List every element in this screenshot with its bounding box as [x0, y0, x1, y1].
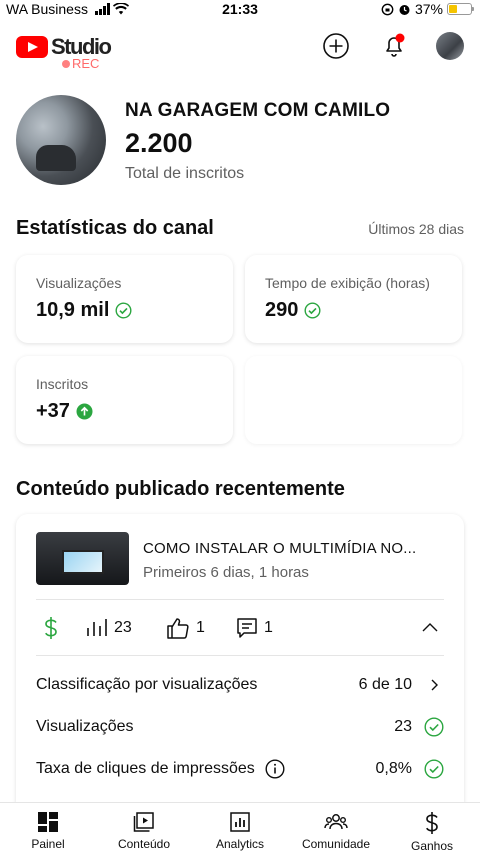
- nav-community[interactable]: Comunidade: [288, 803, 384, 854]
- rotation-lock-icon: [381, 3, 394, 15]
- divider: [36, 655, 444, 656]
- stats-period: Últimos 28 dias: [368, 221, 464, 237]
- earnings-icon: [426, 812, 438, 834]
- stat-card-empty: [245, 356, 462, 444]
- dollar-icon: [45, 617, 57, 639]
- row-value-wrap: 23: [394, 717, 444, 737]
- row-label: Visualizações: [36, 718, 134, 735]
- video-subtitle: Primeiros 6 dias, 1 horas: [143, 564, 309, 581]
- row-value-wrap: 6 de 10: [359, 675, 444, 695]
- nav-content[interactable]: Conteúdo: [96, 803, 192, 854]
- like-icon: [167, 618, 189, 639]
- status-right: 37%: [381, 1, 474, 17]
- stat-value-row: +37: [36, 400, 93, 423]
- create-button[interactable]: [322, 32, 350, 60]
- nav-label: Conteúdo: [117, 837, 171, 851]
- row-value-wrap: 0,8%: [376, 759, 444, 779]
- battery-icon: [447, 3, 474, 15]
- check-circle-icon: [424, 759, 444, 779]
- check-circle-icon: [304, 302, 321, 319]
- stat-label: Inscritos: [36, 376, 89, 392]
- notifications-button[interactable]: [380, 32, 408, 60]
- stat-label: Tempo de exibição (horas): [265, 275, 430, 291]
- views-metric: 23: [86, 614, 132, 642]
- row-value: 23: [394, 718, 412, 735]
- stat-card-views[interactable]: Visualizações 10,9 mil: [16, 255, 233, 343]
- stat-value: 10,9 mil: [36, 299, 110, 321]
- row-value: 0,8%: [375, 760, 412, 777]
- stat-value: 290: [265, 299, 299, 321]
- nav-earnings[interactable]: Ganhos: [384, 803, 480, 854]
- bar-chart-icon: [87, 619, 107, 636]
- views-count: 23: [114, 619, 132, 636]
- community-icon: [324, 814, 348, 830]
- views-row: Visualizações 23: [36, 712, 444, 742]
- recent-title: Conteúdo publicado recentemente: [16, 478, 345, 500]
- chevron-right-icon: [431, 679, 438, 691]
- analytics-icon: [230, 812, 250, 832]
- divider: [36, 599, 444, 600]
- rec-label: REC: [72, 56, 100, 71]
- stat-label: Visualizações: [36, 275, 122, 291]
- info-icon[interactable]: [265, 759, 285, 779]
- ranking-row[interactable]: Classificação por visualizações 6 de 10: [36, 670, 444, 700]
- stat-card-watch-time[interactable]: Tempo de exibição (horas) 290: [245, 255, 462, 343]
- ctr-row: Taxa de cliques de impressões 0,8%: [36, 754, 444, 784]
- arrow-up-circle-icon: [76, 403, 93, 420]
- row-label: Classificação por visualizações: [36, 676, 258, 693]
- recent-video-card: COMO INSTALAR O MULTIMÍDIA NO... Primeir…: [16, 514, 464, 814]
- row-label-wrap: Visualizações: [36, 718, 394, 736]
- account-avatar[interactable]: [436, 32, 464, 60]
- app-header: Studio REC: [0, 28, 480, 72]
- battery-percentage: 37%: [414, 1, 443, 17]
- check-circle-icon: [115, 302, 132, 319]
- stat-card-subscribers[interactable]: Inscritos +37: [16, 356, 233, 444]
- comment-icon: [237, 618, 257, 638]
- subscriber-label: Total de inscritos: [125, 165, 245, 182]
- row-label: Taxa de cliques de impressões: [36, 760, 255, 777]
- dashboard-icon: [38, 812, 58, 832]
- row-label-wrap: Classificação por visualizações: [36, 676, 359, 694]
- collapse-chevron-icon[interactable]: [422, 622, 438, 632]
- check-circle-icon: [424, 717, 444, 737]
- row-value: 6 de 10: [358, 676, 412, 693]
- likes-count: 1: [196, 619, 205, 636]
- row-label-wrap: Taxa de cliques de impressões: [36, 759, 376, 779]
- nav-label: Painel: [31, 837, 65, 851]
- subscriber-count: 2.200: [125, 128, 193, 158]
- bottom-navigation: Painel Conteúdo Analytics Comunidade Gan…: [0, 802, 480, 854]
- stat-value-row: 290: [265, 299, 321, 322]
- likes-metric: 1: [166, 614, 205, 642]
- nav-dashboard[interactable]: Painel: [0, 803, 96, 854]
- nav-analytics[interactable]: Analytics: [192, 803, 288, 854]
- nav-label: Comunidade: [301, 837, 371, 851]
- video-title[interactable]: COMO INSTALAR O MULTIMÍDIA NO...: [143, 540, 443, 557]
- alarm-icon: [399, 4, 410, 15]
- revenue-metric: [42, 614, 60, 642]
- comments-metric: 1: [236, 614, 273, 642]
- video-thumbnail[interactable]: [36, 532, 129, 585]
- stats-title: Estatísticas do canal: [16, 217, 214, 239]
- comments-count: 1: [264, 619, 273, 636]
- nav-label: Analytics: [215, 837, 265, 851]
- channel-avatar: [16, 95, 106, 185]
- stat-value: +37: [36, 400, 70, 422]
- status-bar: WA Business 21:33 37%: [0, 0, 480, 20]
- nav-label: Ganhos: [410, 839, 454, 853]
- channel-name: NA GARAGEM COM CAMILO: [125, 100, 391, 121]
- youtube-play-icon: [16, 36, 48, 58]
- stat-value-row: 10,9 mil: [36, 299, 132, 322]
- rec-indicator: REC: [62, 56, 99, 71]
- content-icon: [133, 812, 154, 832]
